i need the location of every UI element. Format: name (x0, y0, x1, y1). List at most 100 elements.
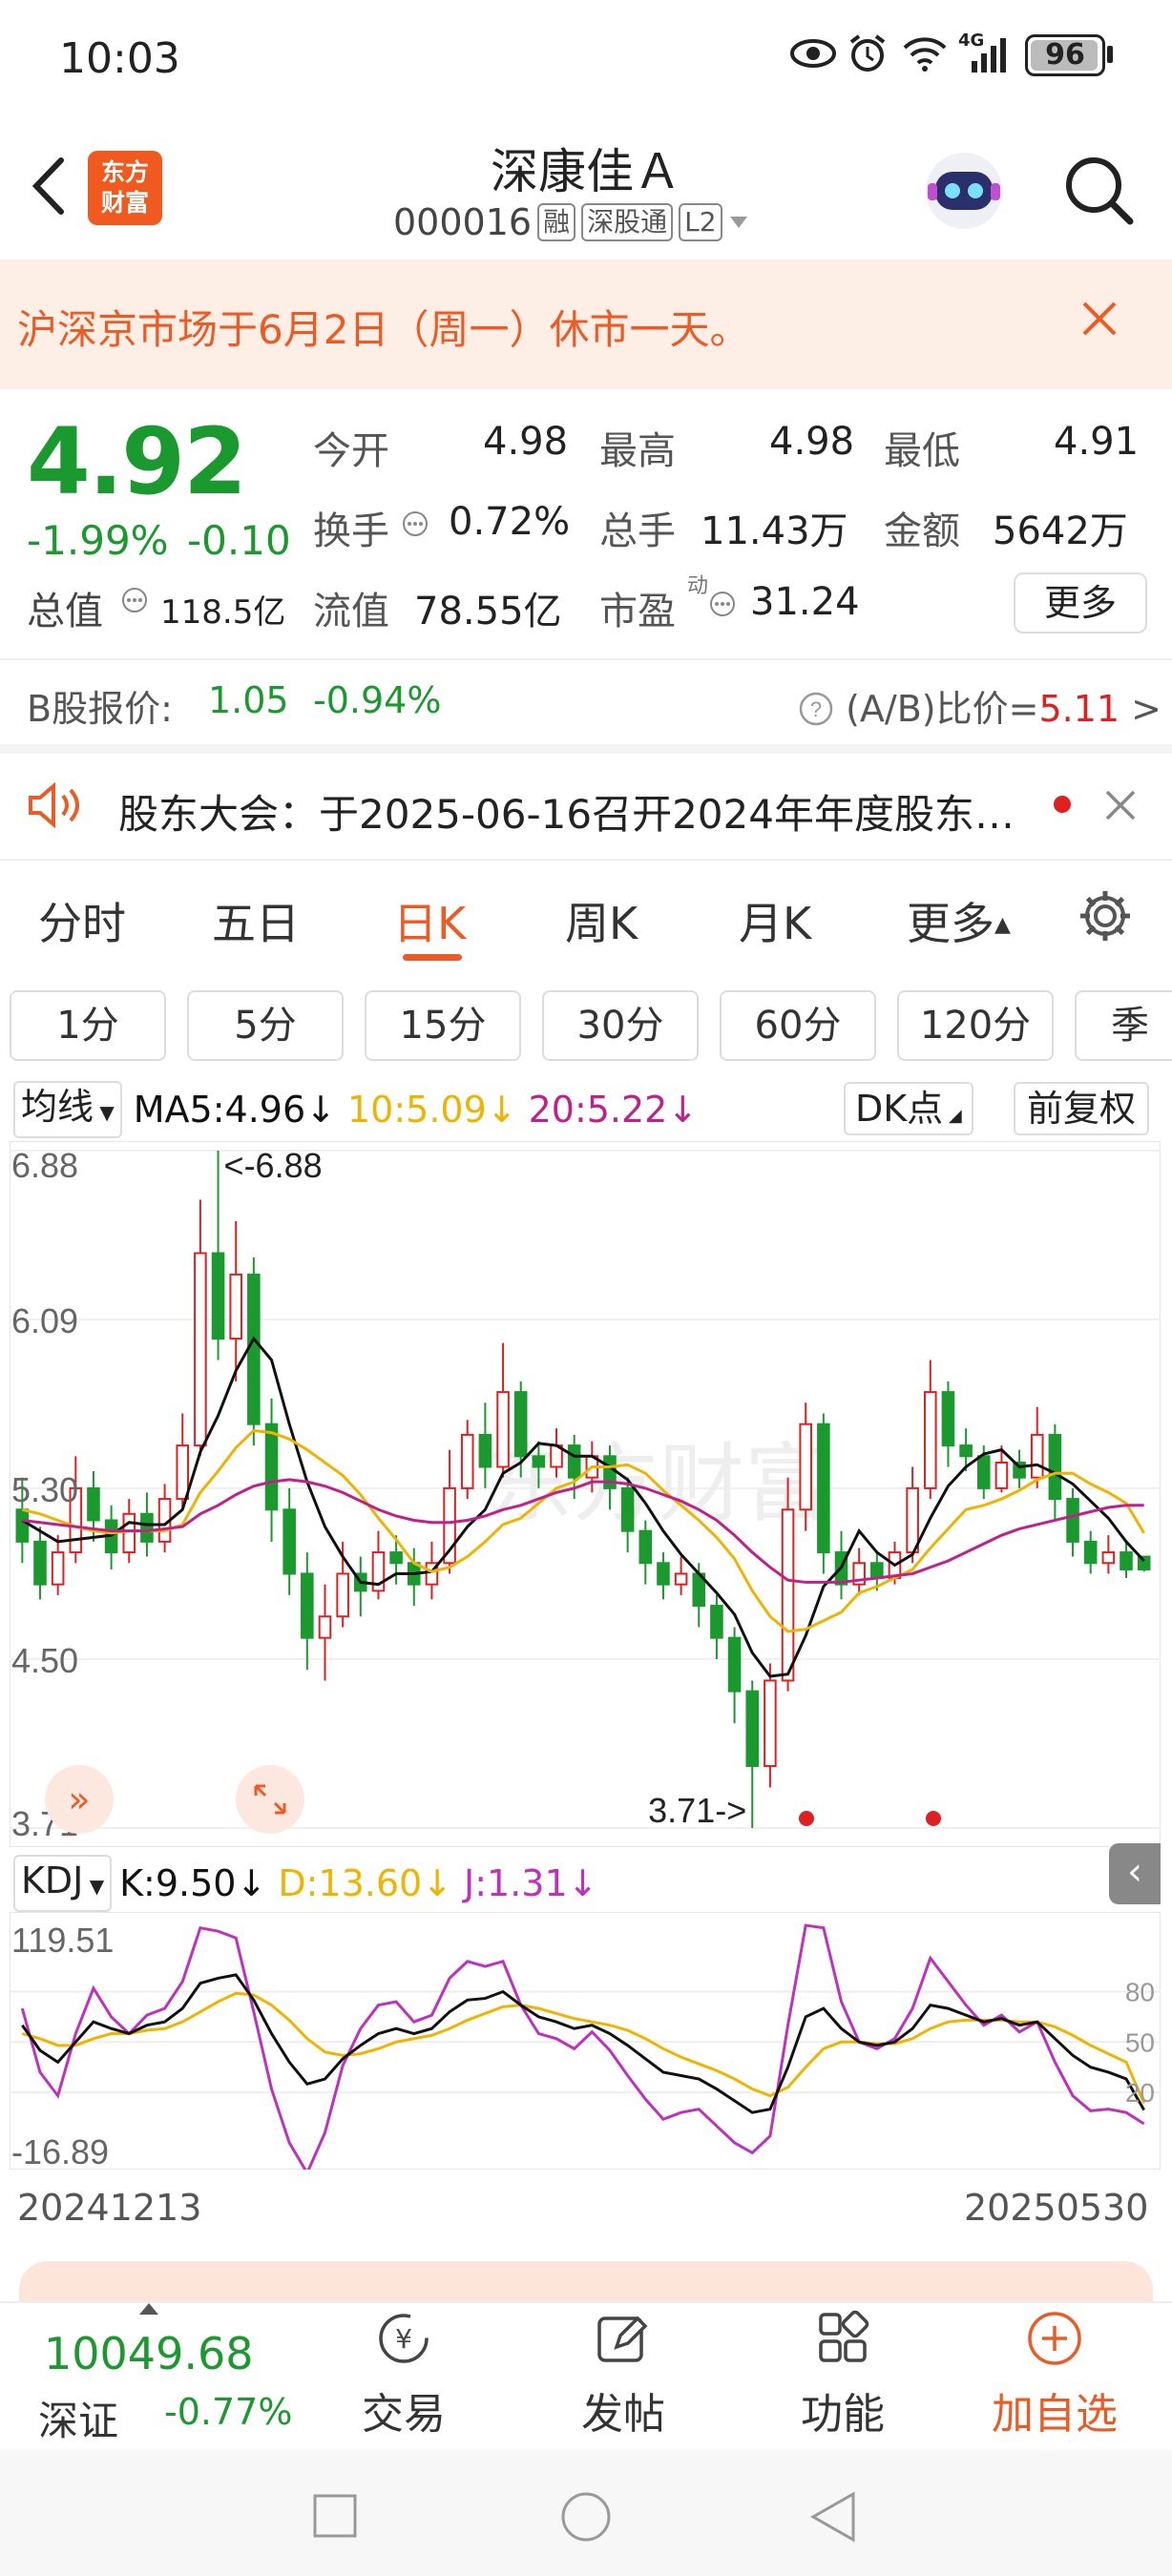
kdj-selector[interactable]: KDJ ▼ (13, 1855, 113, 1912)
nav-trade[interactable]: ¥ 交易 (332, 2309, 475, 2441)
ma10-value: 10:5.09↓ (346, 1089, 517, 1131)
index-value[interactable]: 10049.68 (44, 2328, 254, 2379)
kdj-d-value: D:13.60↓ (278, 1862, 453, 1904)
candle-body (710, 1605, 723, 1639)
close-icon[interactable] (1078, 298, 1120, 340)
period-1min[interactable]: 1分 (10, 990, 166, 1061)
collapse-panel-button[interactable]: ‹ (1109, 1843, 1161, 1904)
add-circle-icon (1028, 2312, 1081, 2365)
kdj-chart[interactable]: 119.51 -16.89 80 50 20 (10, 1912, 1161, 2170)
battery-icon: 96 (1025, 34, 1105, 76)
tab-intraday[interactable]: 分时 (38, 889, 126, 952)
caret-down-icon (729, 217, 747, 228)
pe-superscript: 动 (687, 574, 709, 598)
candle-body (781, 1508, 795, 1682)
nav-post[interactable]: 发帖 (552, 2309, 695, 2441)
y-tick-label: 6.88 (11, 1146, 78, 1185)
tab-five-day[interactable]: 五日 (212, 889, 300, 952)
period-quarter-k[interactable]: 季K (1075, 990, 1172, 1061)
signal-icon (972, 38, 1006, 73)
settings-gear-icon[interactable] (1077, 887, 1134, 945)
robot-assistant-icon[interactable] (918, 143, 1010, 235)
candle-body (941, 1391, 955, 1447)
candle-body (532, 1455, 546, 1468)
edit-post-icon (597, 2316, 648, 2362)
candle-body (924, 1391, 937, 1489)
kdj-frame (10, 1912, 1161, 2170)
kdj-selector-label: KDJ (21, 1859, 84, 1901)
battery-level: 96 (1045, 38, 1085, 72)
y-tick-label: 4.50 (11, 1641, 78, 1680)
active-tab-indicator (403, 954, 462, 961)
period-15min[interactable]: 15分 (365, 990, 521, 1061)
period-5min[interactable]: 5分 (187, 990, 344, 1061)
period-30min[interactable]: 30分 (542, 990, 699, 1061)
volume-label: 总手 (599, 509, 676, 553)
nav-add-watchlist[interactable]: 加自选 (983, 2309, 1126, 2441)
dk-point-selector[interactable]: DK点 ◢ (844, 1082, 973, 1135)
ab-ratio[interactable]: ? (A/B)比价=5.11 > (798, 679, 1162, 732)
divider (0, 744, 1172, 754)
ma-selector[interactable]: 均线 ▼ (13, 1081, 122, 1138)
home-icon[interactable] (559, 2490, 613, 2544)
shareholder-meeting-banner[interactable]: 股东大会：于2025-06-16召开2024年年度股东… (0, 754, 1172, 859)
candle-body (745, 1690, 760, 1768)
tab-monthly-k[interactable]: 月K (739, 889, 811, 952)
more-button[interactable]: 更多 (1014, 572, 1147, 634)
candle-body (1083, 1540, 1098, 1565)
alarm-icon (849, 34, 886, 72)
y-tick-label: 5.30 (11, 1470, 78, 1509)
stock-code-row[interactable]: 000016 融 深股通 L2 (393, 200, 749, 244)
candle-body (194, 1252, 207, 1447)
kline-chart[interactable]: 东方财富 6.886.095.304.503.71<-6.883.71-> » (10, 1141, 1161, 1847)
candle-body (460, 1433, 474, 1489)
fullscreen-button[interactable] (236, 1765, 304, 1834)
nav-add-watchlist-label: 加自选 (992, 2390, 1118, 2439)
meeting-text: 股东大会：于2025-06-16召开2024年年度股东… (118, 791, 1015, 838)
ma5-value: MA5:4.96↓ (133, 1089, 336, 1131)
ma20-text: 20:5.22 (528, 1089, 668, 1131)
candle-body (674, 1572, 688, 1586)
info-dots-icon[interactable] (708, 590, 737, 618)
adjust-selector[interactable]: 前复权 (1014, 1082, 1150, 1135)
tag-connect: 深股通 (581, 203, 674, 241)
bshare-price: 1.05 (208, 679, 289, 721)
change-percent: -1.99% (27, 517, 169, 564)
period-60min[interactable]: 60分 (720, 990, 876, 1061)
candle-body (567, 1444, 581, 1479)
candle-body (906, 1486, 919, 1554)
search-icon[interactable] (1059, 151, 1138, 229)
open-value: 4.98 (483, 420, 569, 464)
bshare-percent: -0.94% (313, 679, 442, 721)
tab-weekly-k[interactable]: 周K (565, 889, 638, 952)
mktcap-label: 总值 (27, 590, 103, 634)
dk-signal-dot[interactable] (926, 1811, 941, 1826)
kdj-level-label: 20 (1125, 2078, 1155, 2108)
nav-trade-label: 交易 (362, 2390, 446, 2439)
help-icon: ? (799, 692, 833, 726)
kdj-level-label: 80 (1125, 1978, 1155, 2007)
pe-label: 市盈 (599, 590, 676, 634)
period-120min[interactable]: 120分 (897, 990, 1054, 1061)
candle-body (638, 1529, 653, 1565)
grid-apps-icon (819, 2310, 869, 2362)
high-marker-label: <-6.88 (224, 1146, 323, 1185)
candle-body (620, 1486, 635, 1532)
info-dots-icon[interactable] (120, 586, 149, 614)
kdj-j-value: J:1.31↓ (464, 1862, 598, 1904)
tab-daily-k[interactable]: 日K (393, 889, 466, 952)
tab-more[interactable]: 更多▲ (907, 889, 1011, 952)
dk-signal-dot[interactable] (799, 1811, 814, 1826)
info-dots-icon[interactable] (401, 509, 429, 538)
yuan-exchange-icon: ¥ (379, 2314, 429, 2363)
close-icon[interactable] (1103, 788, 1138, 822)
x-axis-end-date: 20250530 (964, 2187, 1149, 2229)
candle-body (264, 1423, 279, 1511)
low-label: 最低 (884, 429, 960, 473)
back-nav-icon[interactable] (809, 2490, 857, 2544)
recents-icon[interactable] (311, 2492, 359, 2540)
candle-body (336, 1572, 349, 1618)
nav-functions[interactable]: 功能 (771, 2309, 914, 2441)
holiday-notice-banner[interactable]: 沪深京市场于6月2日（周一）休市一天。 (0, 260, 1172, 389)
unread-dot (1054, 796, 1071, 813)
